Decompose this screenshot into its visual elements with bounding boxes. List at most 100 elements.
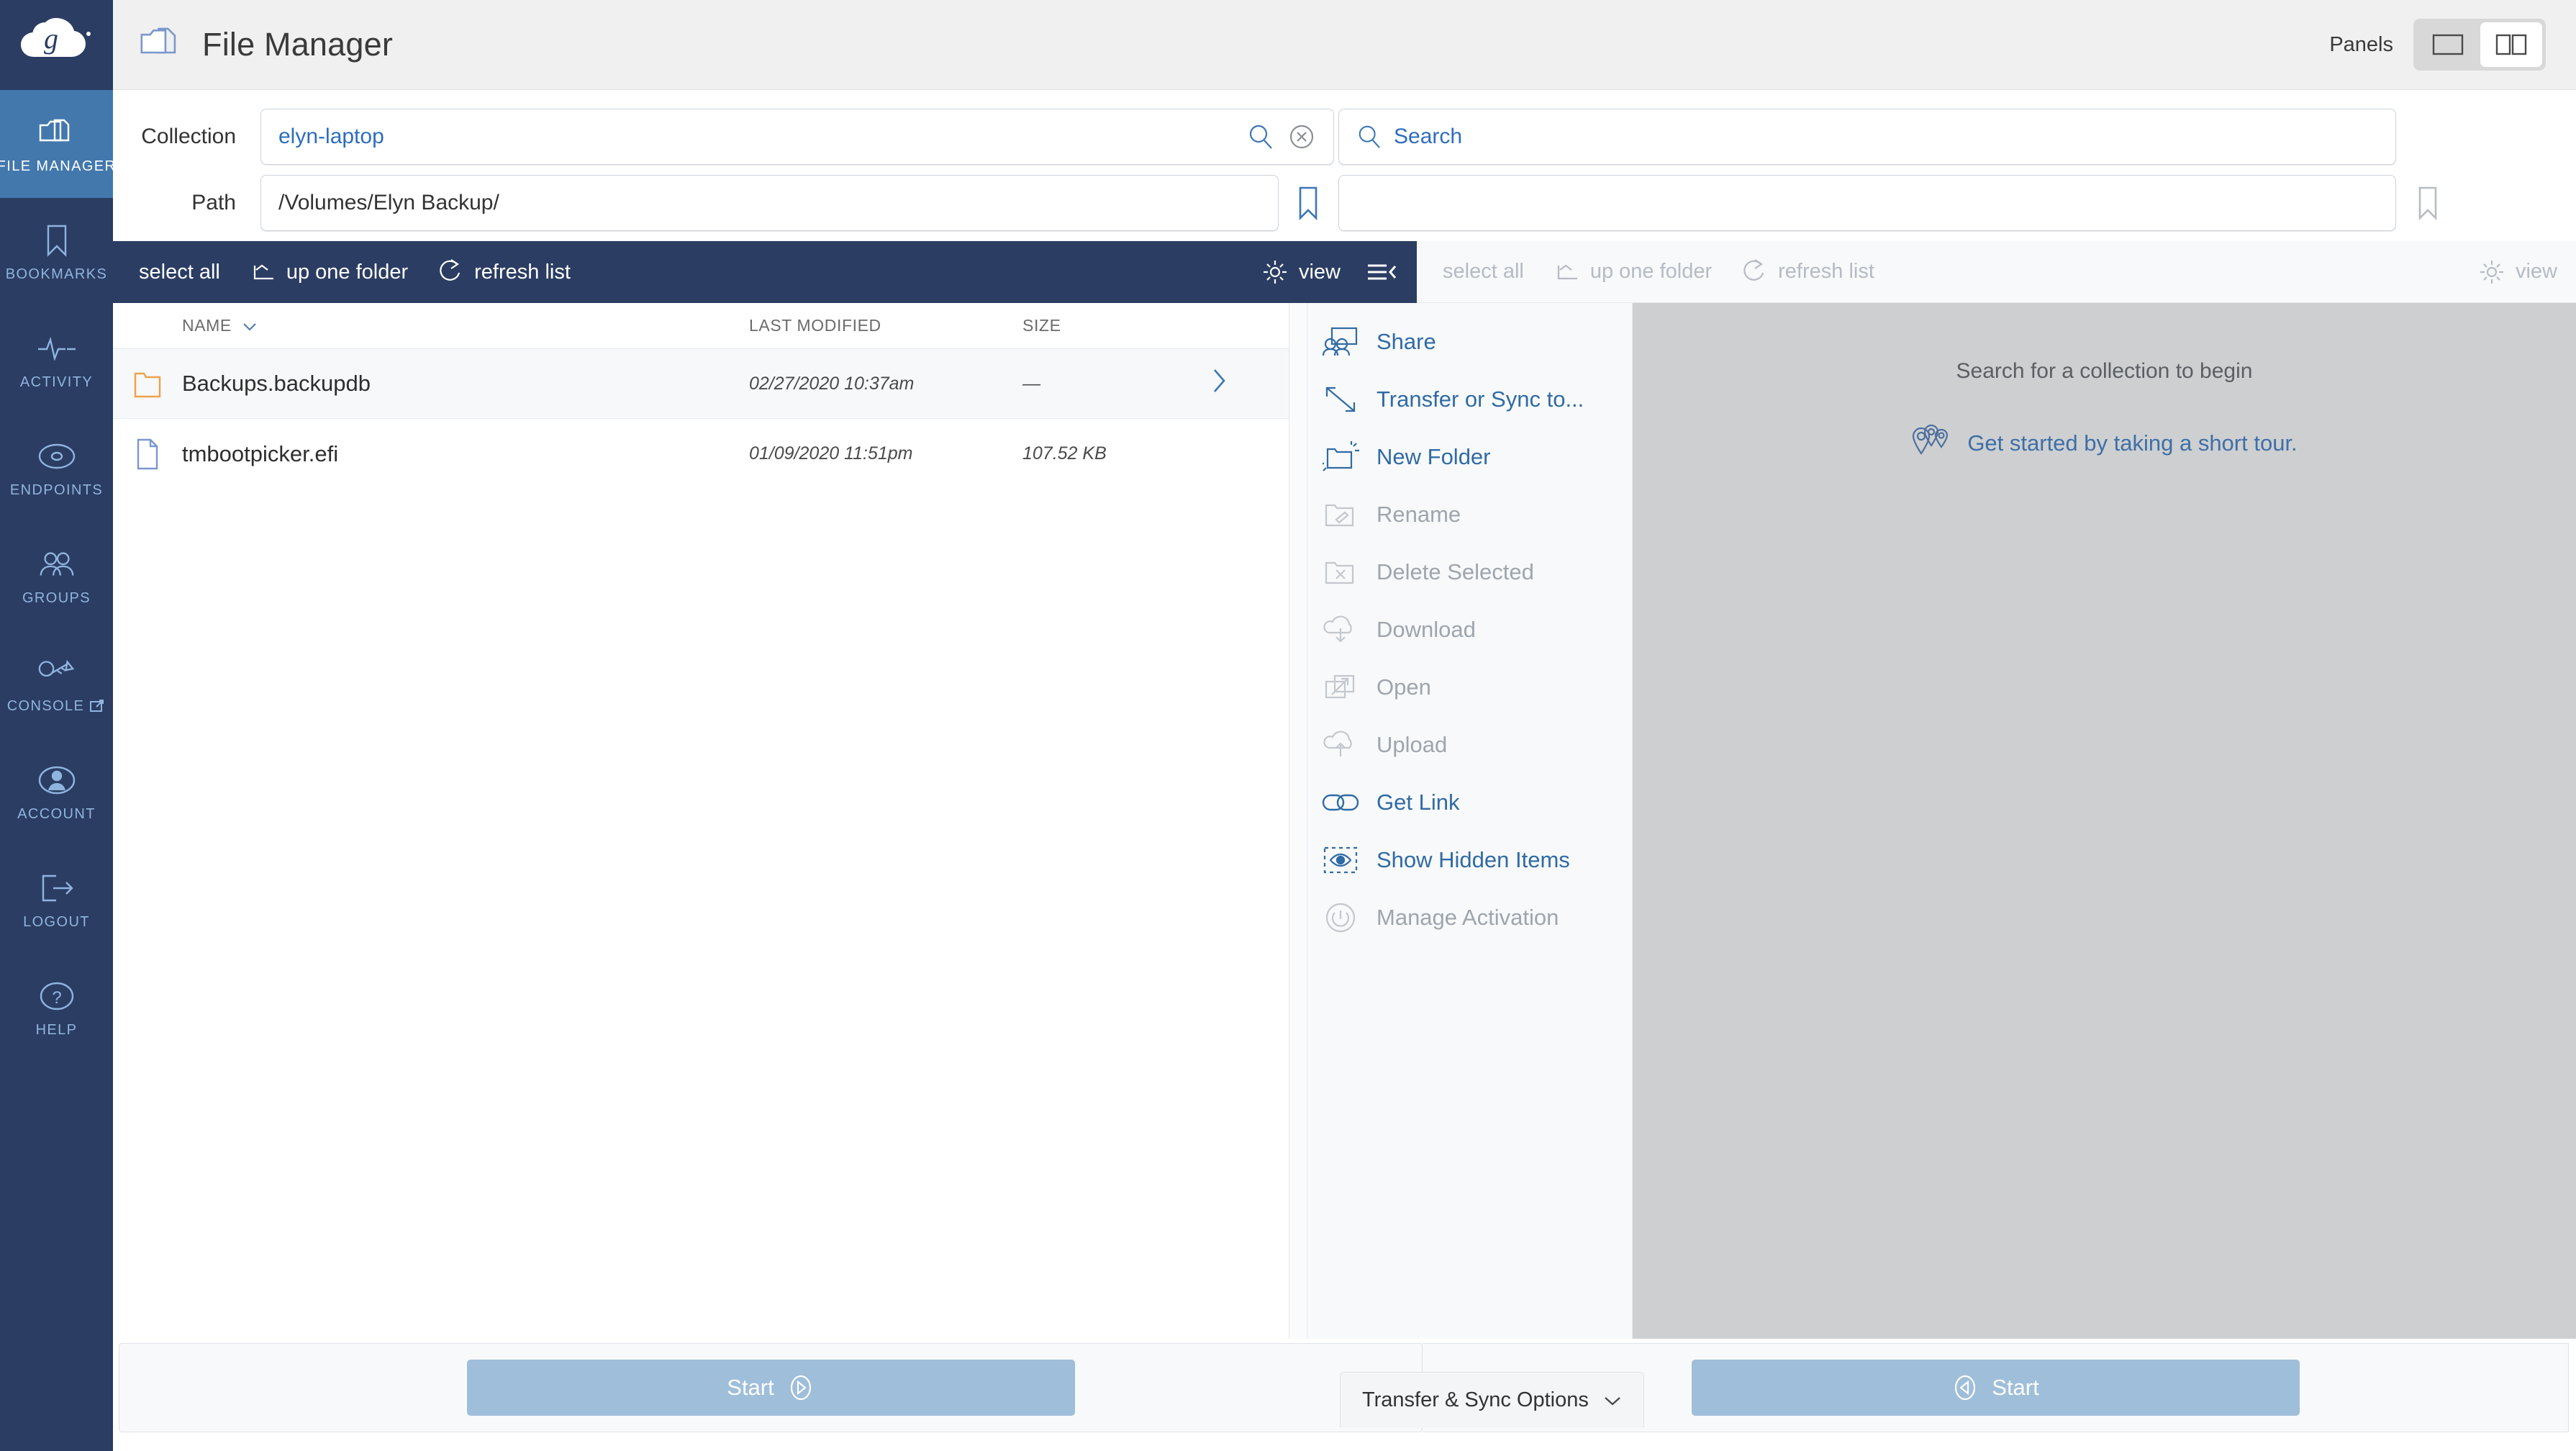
left-toolbar: select all up one folder refresh list vi… — [113, 241, 1417, 303]
sidebar-item-bookmarks[interactable]: BOOKMARKS — [0, 198, 113, 306]
left-start-label: Start — [727, 1375, 774, 1400]
table-row[interactable]: tmbootpicker.efi 01/09/2020 11:51pm 107.… — [113, 419, 1289, 489]
sidebar-item-help[interactable]: ? HELP — [0, 954, 113, 1062]
file-modified: 01/09/2020 11:51pm — [749, 443, 913, 464]
right-path-input[interactable] — [1338, 175, 2396, 231]
main-area: File Manager Panels Collection elyn-lapt… — [113, 0, 2576, 1451]
left-refresh-list-button[interactable]: refresh list — [440, 258, 571, 286]
folders-icon — [37, 114, 77, 151]
app-root: g FILE MANAGER BOOKMARKS ACTIVITY ENDPOI… — [0, 0, 2576, 1451]
action-download: Download — [1307, 601, 1632, 659]
left-view-button[interactable]: view — [1261, 258, 1341, 286]
action-share[interactable]: Share — [1307, 313, 1632, 371]
file-size: — — [1022, 373, 1040, 394]
bookmark-icon — [2418, 186, 2437, 220]
folder-icon — [113, 368, 182, 399]
link-chain-icon — [1320, 783, 1361, 822]
question-circle-icon: ? — [37, 977, 77, 1015]
sidebar-item-endpoints[interactable]: ENDPOINTS — [0, 414, 113, 522]
sidebar-item-groups[interactable]: GROUPS — [0, 522, 113, 630]
map-pins-icon — [1913, 424, 1949, 455]
sidebar: g FILE MANAGER BOOKMARKS ACTIVITY ENDPOI… — [0, 0, 115, 1451]
svg-text:?: ? — [52, 988, 61, 1008]
bookmark-icon — [37, 222, 77, 259]
chevron-down-icon — [243, 323, 256, 331]
sidebar-item-console[interactable]: CONSOLE — [0, 630, 113, 738]
transfer-sync-options-tab[interactable]: Transfer & Sync Options — [1340, 1372, 1644, 1428]
tour-link[interactable]: Get started by taking a short tour. — [1911, 424, 2298, 463]
action-get-link[interactable]: Get Link — [1307, 774, 1632, 831]
left-form: Collection elyn-laptop Path /Volumes/Ely… — [113, 109, 1338, 241]
form-row-1: Collection elyn-laptop Path /Volumes/Ely… — [113, 109, 2576, 241]
svg-text:g: g — [44, 22, 58, 55]
right-empty-title: Search for a collection to begin — [1956, 359, 2253, 383]
pulse-icon — [37, 330, 77, 367]
single-panel-icon — [2432, 34, 2464, 55]
left-start-button[interactable]: Start — [466, 1360, 1075, 1416]
play-right-icon — [790, 1375, 811, 1401]
table-row[interactable]: Backups.backupdb 02/27/2020 10:37am — — [113, 349, 1289, 419]
left-select-all-button[interactable]: select all — [139, 261, 220, 284]
right-search-input[interactable]: Search — [1338, 109, 2396, 165]
right-view-button[interactable]: view — [2478, 258, 2557, 286]
sidebar-label: ENDPOINTS — [9, 482, 104, 498]
left-collapse-button[interactable] — [1365, 260, 1398, 284]
column-last-modified[interactable]: LAST MODIFIED — [749, 316, 1022, 335]
action-show-hidden-items[interactable]: Show Hidden Items — [1307, 831, 1632, 889]
path-field-line: Path /Volumes/Elyn Backup/ — [113, 175, 1338, 231]
file-list-scrollbar[interactable] — [1289, 303, 1307, 1339]
right-select-all-button[interactable]: select all — [1443, 260, 1524, 284]
left-bookmark-button[interactable] — [1279, 186, 1338, 220]
action-label: New Folder — [1377, 444, 1491, 469]
transfer-sync-options-label: Transfer & Sync Options — [1362, 1388, 1589, 1411]
right-bookmark-button[interactable] — [2396, 186, 2459, 220]
bookmark-icon — [1300, 186, 1318, 220]
action-transfer-or-sync[interactable]: Transfer or Sync to... — [1307, 371, 1632, 428]
right-search-placeholder: Search — [1394, 125, 1463, 148]
panels-control: Panels — [2329, 19, 2546, 71]
column-name[interactable]: NAME — [182, 316, 749, 335]
logout-arrow-icon — [37, 869, 77, 907]
sidebar-label: ACTIVITY — [19, 374, 94, 390]
path-label: Path — [191, 191, 236, 214]
column-size[interactable]: SIZE — [1022, 316, 1210, 335]
action-label: Transfer or Sync to... — [1377, 387, 1584, 412]
path-input[interactable]: /Volumes/Elyn Backup/ — [260, 175, 1279, 231]
action-manage-activation: Manage Activation — [1307, 889, 1632, 946]
right-up-one-folder-button[interactable]: up one folder — [1556, 260, 1712, 284]
action-label: Share — [1377, 329, 1436, 354]
sidebar-label: HELP — [35, 1021, 78, 1038]
right-start-button[interactable]: Start — [1691, 1360, 2300, 1416]
right-start-label: Start — [1992, 1375, 2039, 1400]
sidebar-label: BOOKMARKS — [5, 266, 108, 282]
action-delete-selected: Delete Selected — [1307, 543, 1632, 601]
sidebar-item-logout[interactable]: LOGOUT — [0, 846, 113, 954]
sidebar-item-file-manager[interactable]: FILE MANAGER — [0, 90, 115, 198]
disc-icon — [37, 438, 77, 475]
double-panel-button[interactable] — [2480, 22, 2542, 67]
clear-circle-icon[interactable] — [1287, 122, 1316, 151]
refresh-icon — [440, 259, 461, 281]
hamburger-collapse-icon — [1368, 264, 1397, 280]
single-panel-button[interactable] — [2417, 22, 2479, 67]
g-cloud-logo-icon: g — [20, 17, 91, 57]
action-new-folder[interactable]: New Folder — [1307, 428, 1632, 486]
search-icon[interactable] — [1247, 123, 1274, 150]
path-input-value: /Volumes/Elyn Backup/ — [278, 191, 499, 214]
gear-icon — [1263, 261, 1287, 284]
collection-input[interactable]: elyn-laptop — [260, 109, 1334, 165]
row-chevron-right-icon[interactable] — [1210, 366, 1289, 401]
panels-toggle-group — [2413, 19, 2546, 71]
sidebar-item-activity[interactable]: ACTIVITY — [0, 306, 113, 414]
toolbars: select all up one folder refresh list vi… — [113, 241, 2576, 303]
chevron-down-icon — [1605, 1396, 1620, 1405]
right-refresh-list-button[interactable]: refresh list — [1743, 258, 1874, 286]
sidebar-item-account[interactable]: ACCOUNT — [0, 738, 113, 846]
left-up-one-folder-button[interactable]: up one folder — [252, 260, 408, 284]
sidebar-label: CONSOLE — [6, 697, 85, 714]
app-logo[interactable]: g — [0, 0, 113, 90]
right-empty-panel: Search for a collection to begin Get sta… — [1633, 303, 2576, 1339]
bottom-bar: Start Transfer & Sync Options Start — [113, 1339, 2576, 1451]
search-form-zone: Collection elyn-laptop Path /Volumes/Ely… — [113, 90, 2576, 241]
panes: NAME LAST MODIFIED SIZE Backups.backupdb… — [113, 303, 2576, 1339]
